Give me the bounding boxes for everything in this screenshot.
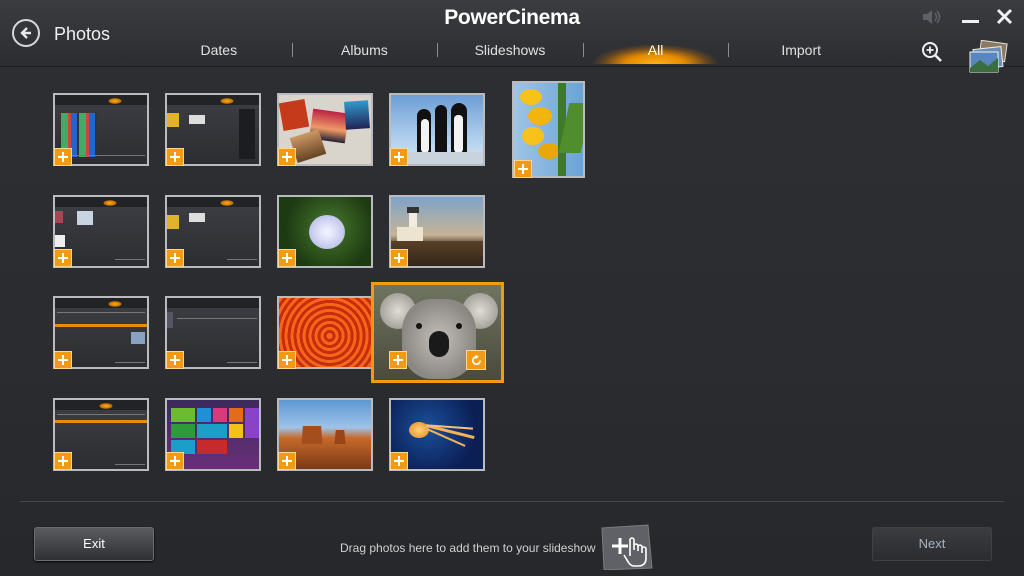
- add-to-slideshow-button[interactable]: [278, 148, 296, 166]
- add-to-slideshow-button[interactable]: [166, 351, 184, 369]
- add-to-slideshow-button[interactable]: [514, 160, 532, 178]
- next-button[interactable]: Next: [872, 527, 992, 561]
- add-to-slideshow-button[interactable]: [390, 249, 408, 267]
- add-to-slideshow-button[interactable]: [166, 249, 184, 267]
- tab-dates[interactable]: Dates: [146, 38, 292, 64]
- add-to-slideshow-button[interactable]: [390, 452, 408, 470]
- top-bar: Photos PowerCinema Dates Albums Slidesho…: [0, 0, 1024, 73]
- close-icon[interactable]: [994, 7, 1016, 27]
- tab-slideshows[interactable]: Slideshows: [437, 38, 583, 64]
- minimize-icon[interactable]: [960, 7, 982, 27]
- add-to-slideshow-button[interactable]: [166, 148, 184, 166]
- tab-all[interactable]: All: [582, 38, 729, 64]
- add-to-slideshow-button[interactable]: [389, 351, 407, 369]
- app-title: PowerCinema: [444, 6, 580, 29]
- volume-icon[interactable]: [921, 7, 943, 27]
- add-to-slideshow-button[interactable]: [166, 452, 184, 470]
- add-to-slideshow-button[interactable]: [54, 452, 72, 470]
- tab-bar: Dates Albums Slideshows All Import: [146, 38, 874, 64]
- add-to-slideshow-button[interactable]: [390, 148, 408, 166]
- exit-button[interactable]: Exit: [34, 527, 154, 561]
- add-to-slideshow-button[interactable]: [54, 249, 72, 267]
- rotate-icon: [471, 353, 481, 365]
- rotate-button[interactable]: [466, 350, 486, 370]
- drag-drop-target-icon[interactable]: [600, 524, 654, 570]
- add-to-slideshow-button[interactable]: [278, 452, 296, 470]
- slideshow-stack-icon[interactable]: [966, 40, 1012, 74]
- add-to-slideshow-button[interactable]: [54, 148, 72, 166]
- drag-hint-text: Drag photos here to add them to your sli…: [340, 541, 596, 555]
- footer-divider: [20, 501, 1004, 502]
- add-to-slideshow-button[interactable]: [54, 351, 72, 369]
- zoom-in-icon[interactable]: [921, 41, 943, 63]
- add-to-slideshow-button[interactable]: [278, 351, 296, 369]
- add-to-slideshow-button[interactable]: [278, 249, 296, 267]
- tab-albums[interactable]: Albums: [291, 38, 438, 64]
- tab-import[interactable]: Import: [728, 38, 874, 64]
